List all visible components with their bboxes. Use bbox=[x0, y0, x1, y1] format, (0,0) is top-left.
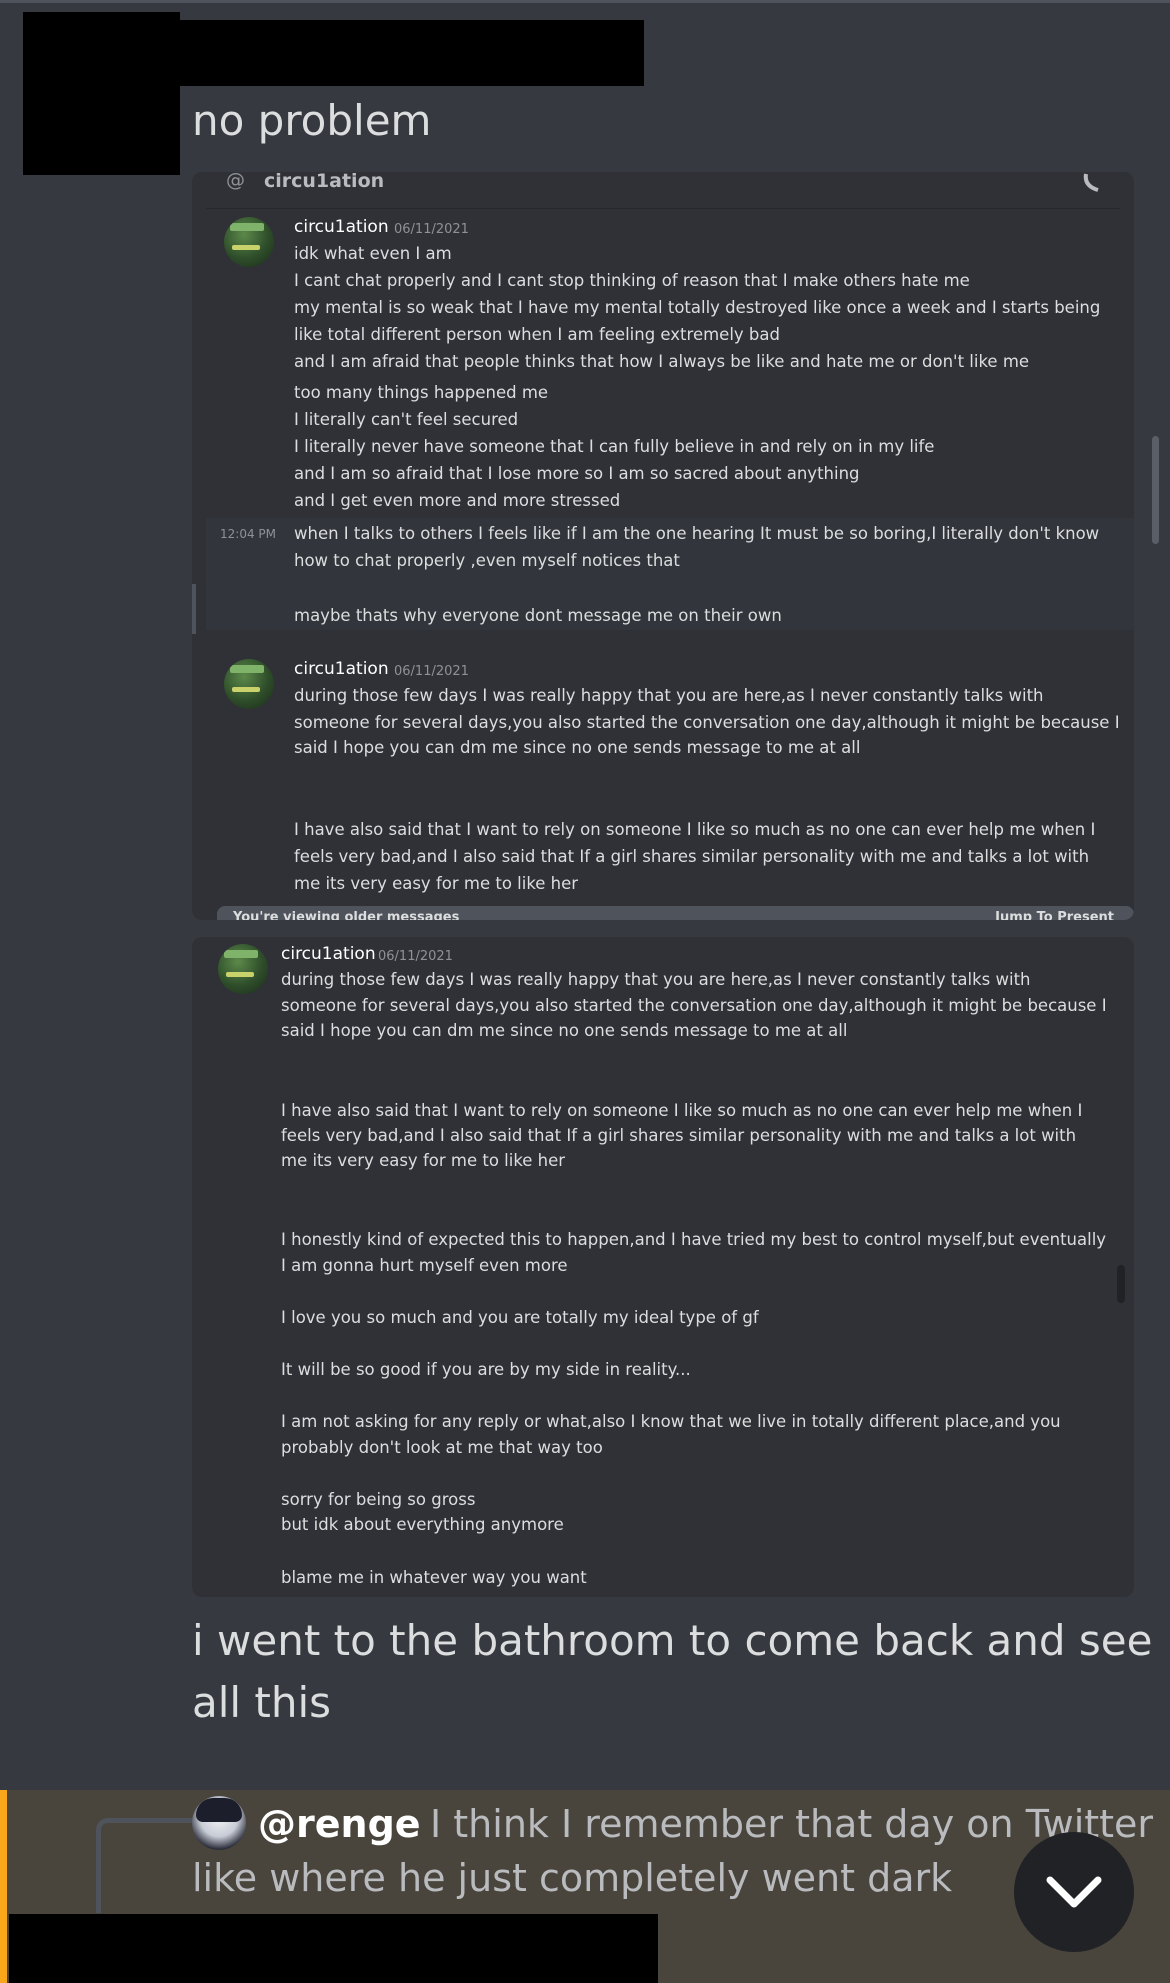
redacted-avatar bbox=[23, 12, 180, 175]
message-username[interactable]: circu1ation bbox=[281, 944, 376, 964]
message-line: idk what even I am bbox=[294, 244, 452, 263]
message-line: I honestly kind of expected this to happ… bbox=[281, 1230, 1107, 1249]
jump-to-bottom-button[interactable] bbox=[1014, 1832, 1134, 1952]
message-line: how to chat properly ,even myself notice… bbox=[294, 551, 680, 570]
message-timestamp: 12:04 PM bbox=[220, 527, 276, 541]
older-messages-label: You're viewing older messages bbox=[233, 910, 460, 920]
redacted-username bbox=[176, 20, 644, 86]
message-line: I cant chat properly and I cant stop thi… bbox=[294, 271, 970, 290]
message-bathroom-line2: all this bbox=[192, 1678, 332, 1727]
message-no-problem: no problem bbox=[192, 96, 432, 145]
message-line: said I hope you can dm me since no one s… bbox=[294, 738, 861, 757]
message-line: but idk about everything anymore bbox=[281, 1515, 564, 1534]
message-line: someone for several days,you also starte… bbox=[281, 996, 1107, 1015]
message-line: during those few days I was really happy… bbox=[294, 686, 1044, 705]
message-bathroom-line1: i went to the bathroom to come back and … bbox=[192, 1616, 1153, 1665]
header-divider bbox=[206, 208, 1120, 209]
message-line: maybe thats why everyone dont message me… bbox=[294, 606, 782, 625]
older-messages-banner: You're viewing older messages Jump To Pr… bbox=[217, 906, 1134, 920]
message-line: I am not asking for any reply or what,al… bbox=[281, 1412, 1061, 1431]
message-line: I literally can't feel secured bbox=[294, 410, 519, 429]
message-line: I have also said that I want to rely on … bbox=[294, 820, 1096, 839]
chevron-down-icon bbox=[1046, 1876, 1102, 1908]
message-line: and I get even more and more stressed bbox=[294, 491, 621, 510]
message-line: and I am afraid that people thinks that … bbox=[294, 352, 1030, 371]
embedded-screenshot-2: circu1ation 06/11/2021 during those few … bbox=[192, 937, 1134, 1597]
at-icon: @ bbox=[226, 172, 245, 191]
message-line: like total different person when I am fe… bbox=[294, 325, 780, 344]
message-date: 06/11/2021 bbox=[394, 222, 469, 237]
top-border bbox=[0, 0, 1170, 3]
embedded-screenshot-1: @ circu1ation circu1ation 06/11/2021 idk… bbox=[192, 172, 1134, 920]
message-line: sorry for being so gross bbox=[281, 1490, 476, 1509]
message-line: I literally never have someone that I ca… bbox=[294, 437, 935, 456]
message-line: feels very bad,and I also said that If a… bbox=[281, 1126, 1077, 1145]
message-line: I have also said that I want to rely on … bbox=[281, 1101, 1083, 1120]
message-line: someone for several days,you also starte… bbox=[294, 713, 1120, 732]
message-line: during those few days I was really happy… bbox=[281, 970, 1031, 989]
avatar[interactable] bbox=[218, 944, 268, 994]
message-line: I love you so much and you are totally m… bbox=[281, 1308, 759, 1327]
reply-spine bbox=[96, 1818, 193, 1913]
message-username[interactable]: circu1ation bbox=[294, 217, 389, 237]
message-username[interactable]: circu1ation bbox=[294, 659, 389, 679]
message-line: said I hope you can dm me since no one s… bbox=[281, 1021, 848, 1040]
reply-avatar[interactable] bbox=[192, 1796, 246, 1850]
message-line: It will be so good if you are by my side… bbox=[281, 1360, 691, 1379]
reply-mention[interactable]: @renge bbox=[258, 1802, 421, 1846]
scroll-marker bbox=[192, 584, 196, 634]
message-line: and I am so afraid that I lose more so I… bbox=[294, 464, 860, 483]
message-line: blame me in whatever way you want bbox=[281, 1568, 587, 1587]
jump-to-present-button[interactable]: Jump To Present bbox=[995, 910, 1114, 920]
mention-accent-bar bbox=[0, 1790, 7, 1983]
avatar[interactable] bbox=[224, 217, 274, 267]
message-line: feels very bad,and I also said that If a… bbox=[294, 847, 1090, 866]
message-date: 06/11/2021 bbox=[378, 949, 453, 964]
redacted-bottom bbox=[9, 1914, 658, 1983]
phone-icon[interactable] bbox=[1082, 172, 1110, 192]
message-line: me its very easy for me to like her bbox=[281, 1151, 566, 1170]
message-date: 06/11/2021 bbox=[394, 664, 469, 679]
reply-text-line2: like where he just completely went dark bbox=[192, 1856, 953, 1900]
dm-header-name: circu1ation bbox=[264, 172, 385, 188]
message-line: I am gonna hurt myself even more bbox=[281, 1256, 568, 1275]
embed-scrollbar[interactable] bbox=[1117, 1265, 1125, 1303]
message-line: probably don't look at me that way too bbox=[281, 1438, 603, 1457]
message-line: me its very easy for me to like her bbox=[294, 874, 579, 893]
avatar[interactable] bbox=[224, 659, 274, 709]
message-line: my mental is so weak that I have my ment… bbox=[294, 298, 1101, 317]
page-scrollbar[interactable] bbox=[1152, 436, 1159, 544]
message-line: too many things happened me bbox=[294, 383, 549, 402]
message-line: when I talks to others I feels like if I… bbox=[294, 524, 1100, 543]
